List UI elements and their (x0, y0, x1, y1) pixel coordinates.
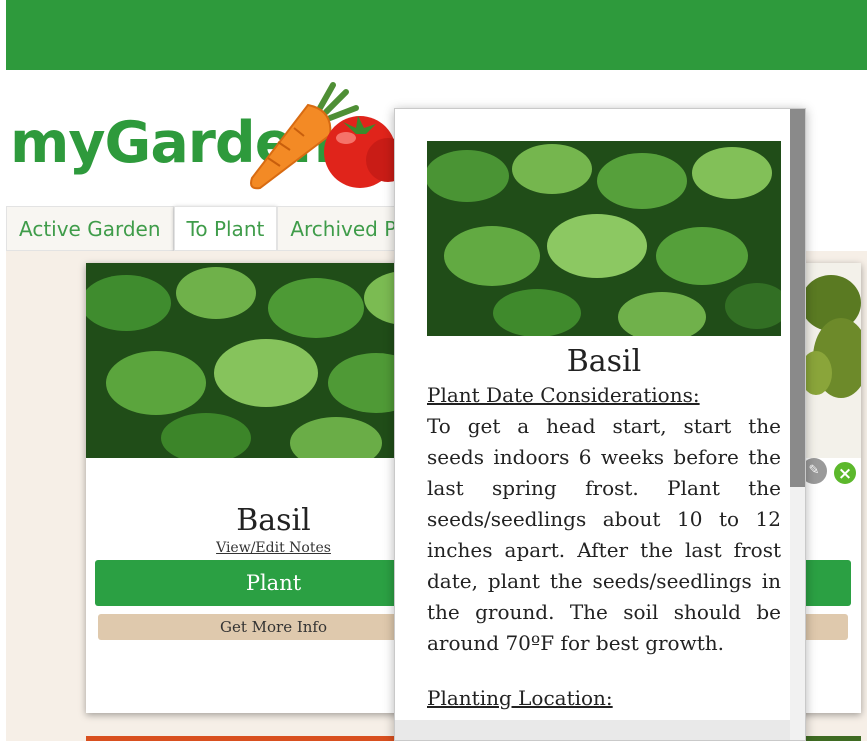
modal-scrollbar[interactable] (790, 109, 805, 740)
tab-bar: Active Garden To Plant Archived Plan (6, 206, 440, 251)
top-banner (6, 0, 867, 70)
modal-footer (395, 720, 805, 740)
close-icon[interactable]: × (832, 460, 858, 486)
tab-to-plant[interactable]: To Plant (173, 206, 278, 251)
plant-info-modal: Basil Plant Date Considerations: To get … (394, 108, 806, 741)
scrollbar-thumb[interactable] (790, 109, 805, 487)
modal-plant-name: Basil (566, 344, 642, 379)
plant-date-heading: Plant Date Considerations: (427, 383, 700, 407)
app-logo[interactable]: myGarden (6, 80, 398, 195)
carrot-tomato-icon (250, 82, 398, 190)
tab-active-garden[interactable]: Active Garden (6, 206, 174, 251)
plant-date-text: To get a head start, start the seeds ind… (427, 414, 781, 655)
planting-location-heading: Planting Location: (427, 686, 613, 710)
modal-plant-photo (427, 141, 781, 336)
modal-content: Plant Date Considerations: To get a head… (427, 380, 781, 714)
